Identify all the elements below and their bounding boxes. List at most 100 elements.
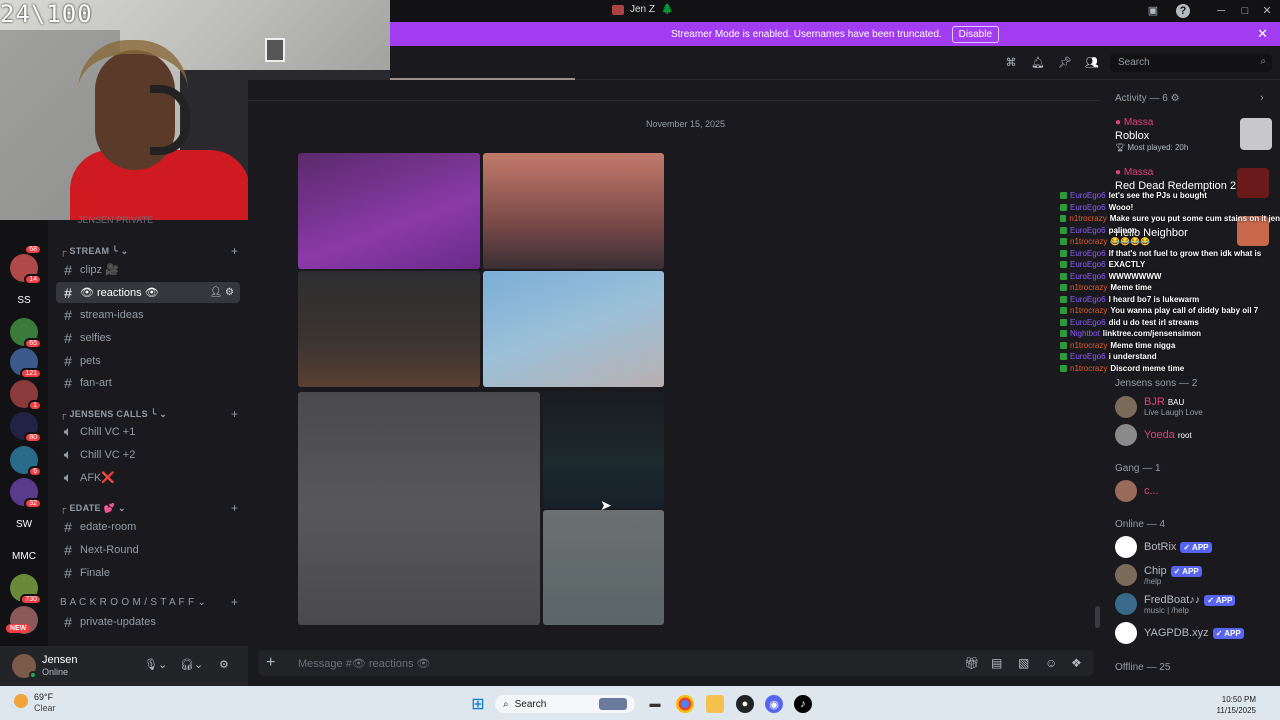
emoji-icon[interactable]: ☺	[1045, 656, 1057, 670]
attachment-image-1[interactable]	[298, 153, 480, 269]
message-composer[interactable]: + Message #👁 reactions 👁 🎁︎ ▤ ▧ ☺ ❖	[258, 650, 1094, 676]
weather-icon[interactable]	[14, 694, 28, 708]
sticker-icon[interactable]: ▧	[1018, 656, 1029, 670]
search-input[interactable]: Search ⌕	[1110, 54, 1272, 72]
threads-icon[interactable]: ⌘	[1004, 56, 1018, 70]
category-stream[interactable]: ┌ STREAM ╰ ⌄	[60, 246, 128, 257]
attachment-image-3[interactable]	[298, 271, 480, 387]
channel-fan-art[interactable]: # fan-art	[56, 372, 240, 393]
maximize-button[interactable]: □	[1238, 4, 1252, 18]
search-icon: ⌕	[503, 698, 509, 710]
channel-stream-ideas[interactable]: # stream-ideas	[56, 304, 240, 325]
settings-icon[interactable]: 👤︎ ⚙	[210, 287, 234, 298]
add-channel-icon[interactable]: +	[231, 407, 238, 421]
gear-icon[interactable]: ⚙	[1171, 93, 1180, 104]
avatar[interactable]	[1115, 424, 1137, 446]
member-name[interactable]: Yoeda root	[1144, 429, 1192, 441]
channel-edate-room[interactable]: # edate-room	[56, 516, 240, 537]
gift-icon[interactable]: 🎁︎	[964, 656, 979, 670]
channel-finale[interactable]: # Finale	[56, 562, 240, 583]
chrome-icon[interactable]	[676, 695, 694, 713]
weather-temp[interactable]: 69°F	[34, 692, 53, 702]
server-icon-ss[interactable]: SS	[10, 286, 38, 314]
chat-username: EuroEgo6	[1070, 352, 1106, 361]
message-scrollbar[interactable]	[1095, 606, 1100, 628]
voice-channel-afk[interactable]: 🔈︎ AFK❌	[56, 467, 240, 488]
chevron-right-icon[interactable]: ›	[1260, 92, 1264, 104]
category-backroom[interactable]: B A C K R O O M / S T A F F ⌄	[60, 597, 206, 608]
server-icon-sw[interactable]: SW	[10, 510, 38, 538]
avatar[interactable]	[1115, 622, 1137, 644]
file-explorer-icon[interactable]	[706, 695, 724, 713]
member-name[interactable]: FredBoat♪♪ ✓ APP	[1144, 594, 1236, 606]
avatar[interactable]	[1115, 396, 1137, 418]
username[interactable]: Jensen	[42, 654, 77, 666]
pin-icon[interactable]: 📌︎	[1058, 56, 1072, 70]
attachment-image-6[interactable]	[543, 392, 664, 508]
server-icon-9[interactable]: 32	[10, 478, 42, 509]
discord-icon[interactable]: ◉	[765, 695, 783, 713]
server-icon-6[interactable]: 1	[10, 380, 42, 411]
avatar[interactable]	[1115, 593, 1137, 615]
microphone-icon[interactable]: 🎙︎⌄	[144, 658, 167, 671]
chat-message: 😂😂😂😂	[1110, 237, 1151, 246]
gif-icon[interactable]: ▤	[991, 656, 1002, 670]
apps-icon[interactable]: ❖	[1071, 656, 1082, 670]
server-icon-8[interactable]: 6	[10, 446, 42, 477]
attachment-image-5[interactable]	[298, 392, 540, 625]
inbox-icon[interactable]: ▣	[1146, 4, 1160, 18]
member-list-icon[interactable]: 👥︎	[1085, 56, 1099, 70]
add-channel-icon[interactable]: +	[231, 244, 238, 258]
category-jensens-calls[interactable]: ┌ JENSENS CALLS ╰ ⌄	[60, 409, 167, 420]
server-icon-mmc[interactable]: MMC	[10, 542, 38, 570]
attachment-image-7[interactable]	[543, 510, 664, 625]
chat-line: EuroEgo6 Wooo!	[1060, 202, 1280, 214]
attachment-image-2[interactable]	[483, 153, 664, 269]
add-attachment-icon[interactable]: +	[266, 654, 275, 672]
add-channel-icon[interactable]: +	[231, 595, 238, 609]
minimize-button[interactable]: ─	[1214, 4, 1228, 18]
voice-channel-chill-1[interactable]: 🔈︎ Chill VC +1	[56, 421, 240, 442]
channel-private-updates[interactable]: # private-updates	[56, 611, 240, 632]
windows-start-icon[interactable]: ⊞	[469, 695, 487, 713]
avatar[interactable]	[1115, 564, 1137, 586]
channel-reactions[interactable]: # 👁 reactions 👁 👤︎ ⚙	[56, 282, 240, 303]
add-channel-icon[interactable]: +	[231, 501, 238, 515]
headphones-icon[interactable]: 🎧︎⌄	[180, 658, 203, 671]
taskbar-search[interactable]: ⌕ Search	[495, 695, 635, 713]
attachment-image-4[interactable]	[483, 271, 664, 387]
bell-icon[interactable]: 🔔︎	[1031, 56, 1045, 70]
help-icon[interactable]: ?	[1176, 4, 1190, 18]
chat-username: n1trocrazy	[1070, 283, 1108, 292]
member-name[interactable]: YAGPDB.xyz ✓ APP	[1144, 627, 1244, 639]
member-name[interactable]: Chip ✓ APP	[1144, 565, 1202, 577]
task-view-icon[interactable]: ▬	[646, 695, 664, 713]
close-banner-icon[interactable]: ✕	[1257, 26, 1268, 42]
activity-game[interactable]: Roblox	[1115, 130, 1149, 142]
chat-message: Wooo!	[1108, 202, 1134, 212]
member-name[interactable]: BotRix ✓ APP	[1144, 541, 1212, 553]
server-icon-7[interactable]: 80	[10, 412, 42, 443]
member-name[interactable]: c...	[1144, 485, 1159, 497]
user-settings-icon[interactable]: ⚙	[219, 658, 229, 671]
channel-next-round[interactable]: # Next-Round	[56, 539, 240, 560]
speaker-icon: 🔈︎	[63, 469, 73, 485]
voice-channel-chill-2[interactable]: 🔈︎ Chill VC +2	[56, 444, 240, 465]
server-icon-12[interactable]: 730	[10, 574, 42, 605]
server-icon-1[interactable]: 68	[10, 224, 42, 255]
tiktok-icon[interactable]: ♪	[794, 695, 812, 713]
obs-icon[interactable]: ●	[736, 695, 754, 713]
server-icon-4[interactable]: 65	[10, 318, 42, 349]
channel-clipz[interactable]: # clipz 🎥	[56, 259, 240, 280]
member-name[interactable]: BJR BAU	[1144, 396, 1184, 408]
server-icon-5[interactable]: 121	[10, 348, 42, 379]
avatar[interactable]	[1115, 480, 1137, 502]
server-icon-2[interactable]: 14	[10, 254, 42, 285]
category-edate[interactable]: ┌ EDATE 💕 ⌄	[60, 503, 126, 514]
close-window-button[interactable]: ✕	[1260, 4, 1274, 18]
system-clock[interactable]: 10:50 PM 11/15/2025	[1217, 694, 1256, 716]
channel-pets[interactable]: # pets	[56, 350, 240, 371]
disable-streamer-mode-button[interactable]: Disable	[951, 25, 1000, 43]
avatar[interactable]	[1115, 536, 1137, 558]
channel-selfies[interactable]: # selfies	[56, 327, 240, 348]
